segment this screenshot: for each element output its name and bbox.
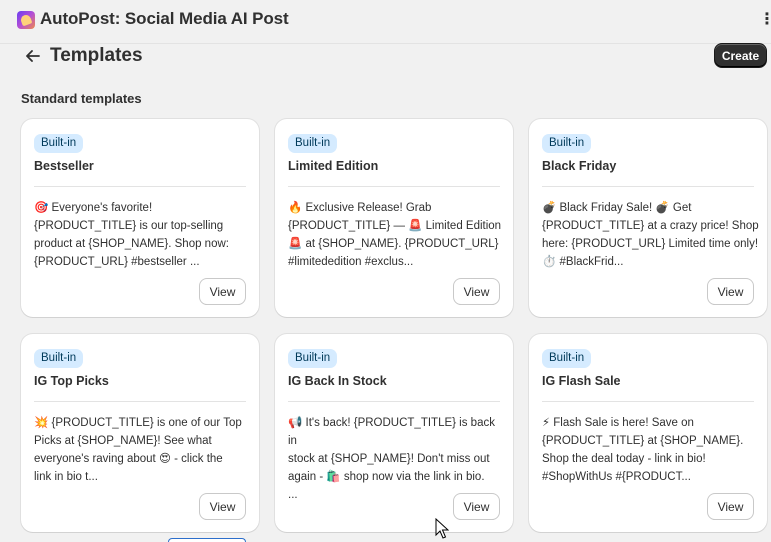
template-card-black-friday: Built-in Black Friday 💣 Black Friday Sal… <box>529 119 767 317</box>
back-button[interactable] <box>22 45 44 67</box>
more-vertical-icon[interactable]: ⋮ <box>759 10 771 30</box>
card-preview-text: ⚡ Flash Sale is here! Save on {PRODUCT_T… <box>542 417 744 483</box>
built-in-badge: Built-in <box>542 134 592 153</box>
built-in-badge: Built-in <box>542 349 592 368</box>
built-in-badge: Built-in <box>34 349 84 368</box>
built-in-badge: Built-in <box>288 349 338 368</box>
template-card-ig-flash-sale: Built-in IG Flash Sale ⚡ Flash Sale is h… <box>529 334 767 532</box>
arrow-left-icon <box>26 50 40 62</box>
section-title: Standard templates <box>21 91 142 106</box>
card-title: Limited Edition <box>288 159 379 173</box>
divider <box>34 186 246 187</box>
card-title: Bestseller <box>34 159 94 173</box>
card-preview-text: 💣 Black Friday Sale! 💣 Get {PRODUCT_TITL… <box>542 202 759 268</box>
page-title: Templates <box>50 45 143 66</box>
template-card-ig-top-picks: Built-in IG Top Picks 💥 {PRODUCT_TITLE} … <box>21 334 259 532</box>
card-preview-text: 💥 {PRODUCT_TITLE} is one of our Top Pick… <box>34 417 242 483</box>
divider <box>288 186 500 187</box>
divider <box>542 401 754 402</box>
card-preview-text: 📢 It's back! {PRODUCT_TITLE} is back in … <box>288 417 495 501</box>
card-title: IG Back In Stock <box>288 374 387 388</box>
view-button[interactable]: View <box>454 494 499 519</box>
card-preview-text: 🔥 Exclusive Release! Grab {PRODUCT_TITLE… <box>288 202 502 268</box>
view-button[interactable]: View <box>708 279 753 304</box>
built-in-badge: Built-in <box>34 134 84 153</box>
divider <box>288 401 500 402</box>
autopost-app-icon <box>17 11 35 29</box>
template-card-limited-edition: Built-in Limited Edition 🔥 Exclusive Rel… <box>275 119 513 317</box>
mouse-cursor-icon <box>435 518 449 539</box>
divider <box>34 401 246 402</box>
title-bar: AutoPost: Social Media AI Post ⋮ <box>0 0 771 44</box>
card-preview-text: 🎯 Everyone's favorite! {PRODUCT_TITLE} i… <box>34 202 229 268</box>
card-title: IG Top Picks <box>34 374 109 388</box>
view-button[interactable]: View <box>708 494 753 519</box>
pagination-control[interactable] <box>168 538 246 542</box>
template-card-ig-back-in-stock: Built-in IG Back In Stock 📢 It's back! {… <box>275 334 513 532</box>
view-button[interactable]: View <box>454 279 499 304</box>
template-card-bestseller: Built-in Bestseller 🎯 Everyone's favorit… <box>21 119 259 317</box>
built-in-badge: Built-in <box>288 134 338 153</box>
view-button[interactable]: View <box>200 279 245 304</box>
app-title: AutoPost: Social Media AI Post <box>40 9 289 28</box>
card-title: Black Friday <box>542 159 617 173</box>
create-button[interactable]: Create <box>714 43 767 68</box>
divider <box>542 186 754 187</box>
card-title: IG Flash Sale <box>542 374 621 388</box>
view-button[interactable]: View <box>200 494 245 519</box>
